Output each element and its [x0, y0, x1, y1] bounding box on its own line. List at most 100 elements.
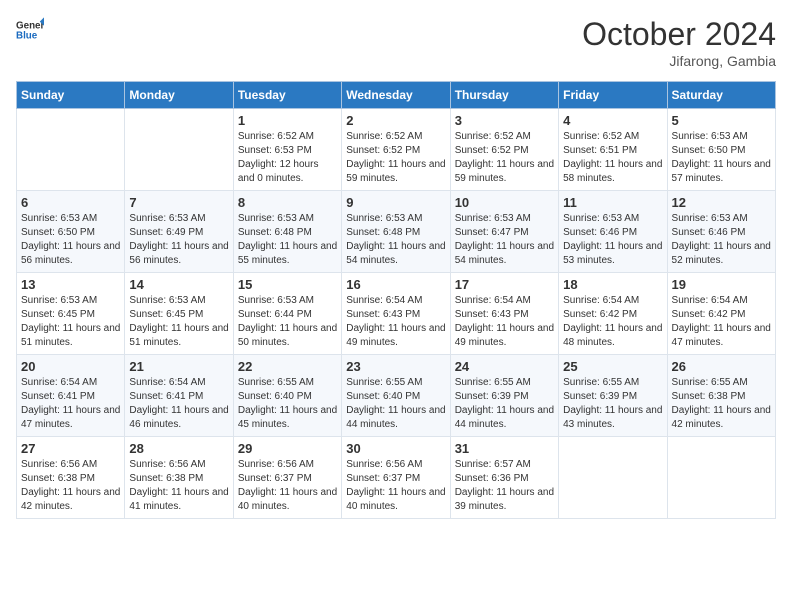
day-number: 19 [672, 277, 771, 292]
cell-info: Sunrise: 6:55 AMSunset: 6:40 PMDaylight:… [238, 377, 337, 430]
cell-info: Sunrise: 6:56 AMSunset: 6:37 PMDaylight:… [346, 459, 445, 512]
cell-info: Sunrise: 6:53 AMSunset: 6:46 PMDaylight:… [672, 213, 771, 266]
calendar-cell: 4Sunrise: 6:52 AMSunset: 6:51 PMDaylight… [559, 109, 667, 191]
day-number: 10 [455, 195, 554, 210]
header-day-saturday: Saturday [667, 82, 775, 109]
logo-icon: General Blue [16, 16, 44, 44]
day-number: 6 [21, 195, 120, 210]
calendar-cell: 22 Sunrise: 6:55 AMSunset: 6:40 PMDayligh… [233, 355, 341, 437]
cell-info: Sunrise: 6:53 AMSunset: 6:48 PMDaylight:… [346, 213, 445, 266]
calendar-cell: 16Sunrise: 6:54 AMSunset: 6:43 PMDayligh… [342, 273, 450, 355]
calendar-cell: 11 Sunrise: 6:53 AMSunset: 6:46 PMDayligh… [559, 191, 667, 273]
day-number: 31 [455, 441, 554, 456]
cell-info: Sunrise: 6:53 AMSunset: 6:48 PMDaylight:… [238, 213, 337, 266]
calendar-cell: 2 Sunrise: 6:52 AMSunset: 6:52 PMDaylight… [342, 109, 450, 191]
header-day-tuesday: Tuesday [233, 82, 341, 109]
calendar-cell: 24 Sunrise: 6:55 AMSunset: 6:39 PMDayligh… [450, 355, 558, 437]
cell-info: Sunrise: 6:55 AMSunset: 6:39 PMDaylight:… [455, 377, 554, 430]
cell-info: Sunrise: 6:54 AMSunset: 6:41 PMDaylight:… [129, 377, 228, 430]
cell-info: Sunrise: 6:52 AMSunset: 6:52 PMDaylight:… [346, 131, 445, 184]
calendar-cell: 5 Sunrise: 6:53 AMSunset: 6:50 PMDaylight… [667, 109, 775, 191]
week-row-0: 1Sunrise: 6:52 AMSunset: 6:53 PMDaylight… [17, 109, 776, 191]
cell-info: Sunrise: 6:53 AMSunset: 6:46 PMDaylight:… [563, 213, 662, 266]
calendar-cell: 9 Sunrise: 6:53 AMSunset: 6:48 PMDaylight… [342, 191, 450, 273]
header-day-wednesday: Wednesday [342, 82, 450, 109]
week-row-2: 13 Sunrise: 6:53 AMSunset: 6:45 PMDayligh… [17, 273, 776, 355]
cell-info: Sunrise: 6:53 AMSunset: 6:45 PMDaylight:… [129, 295, 228, 348]
calendar-cell: 19 Sunrise: 6:54 AMSunset: 6:42 PMDayligh… [667, 273, 775, 355]
calendar-cell: 30 Sunrise: 6:56 AMSunset: 6:37 PMDayligh… [342, 437, 450, 519]
month-title: October 2024 [582, 16, 776, 53]
week-row-3: 20 Sunrise: 6:54 AMSunset: 6:41 PMDayligh… [17, 355, 776, 437]
cell-info: Sunrise: 6:55 AMSunset: 6:39 PMDaylight:… [563, 377, 662, 430]
header-day-sunday: Sunday [17, 82, 125, 109]
day-number: 30 [346, 441, 445, 456]
day-number: 5 [672, 113, 771, 128]
day-number: 25 [563, 359, 662, 374]
day-number: 29 [238, 441, 337, 456]
cell-info: Sunrise: 6:54 AMSunset: 6:43 PMDaylight:… [455, 295, 554, 348]
cell-info: Sunrise: 6:53 AMSunset: 6:50 PMDaylight:… [672, 131, 771, 184]
day-number: 23 [346, 359, 445, 374]
calendar-cell: 8 Sunrise: 6:53 AMSunset: 6:48 PMDaylight… [233, 191, 341, 273]
day-number: 11 [563, 195, 662, 210]
cell-info: Sunrise: 6:52 AMSunset: 6:53 PMDaylight:… [238, 131, 319, 184]
cell-info: Sunrise: 6:55 AMSunset: 6:38 PMDaylight:… [672, 377, 771, 430]
day-number: 7 [129, 195, 228, 210]
calendar-cell: 28Sunrise: 6:56 AMSunset: 6:38 PMDayligh… [125, 437, 233, 519]
calendar-cell [559, 437, 667, 519]
calendar-cell: 13Sunrise: 6:53 AMSunset: 6:45 PMDayligh… [17, 273, 125, 355]
calendar-cell [17, 109, 125, 191]
day-number: 3 [455, 113, 554, 128]
day-number: 21 [129, 359, 228, 374]
day-number: 20 [21, 359, 120, 374]
calendar-table: SundayMondayTuesdayWednesdayThursdayFrid… [16, 81, 776, 519]
cell-info: Sunrise: 6:53 AMSunset: 6:44 PMDaylight:… [238, 295, 337, 348]
cell-info: Sunrise: 6:52 AMSunset: 6:52 PMDaylight:… [455, 131, 554, 184]
calendar-cell: 10 Sunrise: 6:53 AMSunset: 6:47 PMDayligh… [450, 191, 558, 273]
calendar-cell: 12 Sunrise: 6:53 AMSunset: 6:46 PMDayligh… [667, 191, 775, 273]
calendar-cell [667, 437, 775, 519]
calendar-cell: 29 Sunrise: 6:56 AMSunset: 6:37 PMDayligh… [233, 437, 341, 519]
cell-info: Sunrise: 6:53 AMSunset: 6:47 PMDaylight:… [455, 213, 554, 266]
calendar-body: 1Sunrise: 6:52 AMSunset: 6:53 PMDaylight… [17, 109, 776, 519]
day-number: 9 [346, 195, 445, 210]
cell-info: Sunrise: 6:54 AMSunset: 6:43 PMDaylight:… [346, 295, 445, 348]
page-header: General Blue October 2024 Jifarong, Gamb… [16, 16, 776, 69]
cell-info: Sunrise: 6:54 AMSunset: 6:42 PMDaylight:… [563, 295, 662, 348]
logo: General Blue [16, 16, 44, 44]
calendar-cell: 31 Sunrise: 6:57 AMSunset: 6:36 PMDayligh… [450, 437, 558, 519]
calendar-header: SundayMondayTuesdayWednesdayThursdayFrid… [17, 82, 776, 109]
calendar-cell: 17Sunrise: 6:54 AMSunset: 6:43 PMDayligh… [450, 273, 558, 355]
cell-info: Sunrise: 6:57 AMSunset: 6:36 PMDaylight:… [455, 459, 554, 512]
day-number: 2 [346, 113, 445, 128]
week-row-4: 27Sunrise: 6:56 AMSunset: 6:38 PMDayligh… [17, 437, 776, 519]
day-number: 28 [129, 441, 228, 456]
calendar-cell: 20 Sunrise: 6:54 AMSunset: 6:41 PMDayligh… [17, 355, 125, 437]
day-number: 15 [238, 277, 337, 292]
day-number: 22 [238, 359, 337, 374]
cell-info: Sunrise: 6:56 AMSunset: 6:37 PMDaylight:… [238, 459, 337, 512]
svg-text:Blue: Blue [16, 30, 38, 41]
calendar-cell [125, 109, 233, 191]
calendar-cell: 14Sunrise: 6:53 AMSunset: 6:45 PMDayligh… [125, 273, 233, 355]
day-number: 13 [21, 277, 120, 292]
cell-info: Sunrise: 6:55 AMSunset: 6:40 PMDaylight:… [346, 377, 445, 430]
day-number: 27 [21, 441, 120, 456]
day-number: 8 [238, 195, 337, 210]
cell-info: Sunrise: 6:54 AMSunset: 6:41 PMDaylight:… [21, 377, 120, 430]
calendar-cell: 26Sunrise: 6:55 AMSunset: 6:38 PMDayligh… [667, 355, 775, 437]
calendar-cell: 27Sunrise: 6:56 AMSunset: 6:38 PMDayligh… [17, 437, 125, 519]
cell-info: Sunrise: 6:54 AMSunset: 6:42 PMDaylight:… [672, 295, 771, 348]
calendar-cell: 7 Sunrise: 6:53 AMSunset: 6:49 PMDaylight… [125, 191, 233, 273]
day-number: 4 [563, 113, 662, 128]
header-day-friday: Friday [559, 82, 667, 109]
day-number: 12 [672, 195, 771, 210]
calendar-cell: 25 Sunrise: 6:55 AMSunset: 6:39 PMDayligh… [559, 355, 667, 437]
day-number: 24 [455, 359, 554, 374]
header-day-monday: Monday [125, 82, 233, 109]
calendar-cell: 3 Sunrise: 6:52 AMSunset: 6:52 PMDaylight… [450, 109, 558, 191]
calendar-cell: 21 Sunrise: 6:54 AMSunset: 6:41 PMDayligh… [125, 355, 233, 437]
cell-info: Sunrise: 6:53 AMSunset: 6:49 PMDaylight:… [129, 213, 228, 266]
title-block: October 2024 Jifarong, Gambia [582, 16, 776, 69]
